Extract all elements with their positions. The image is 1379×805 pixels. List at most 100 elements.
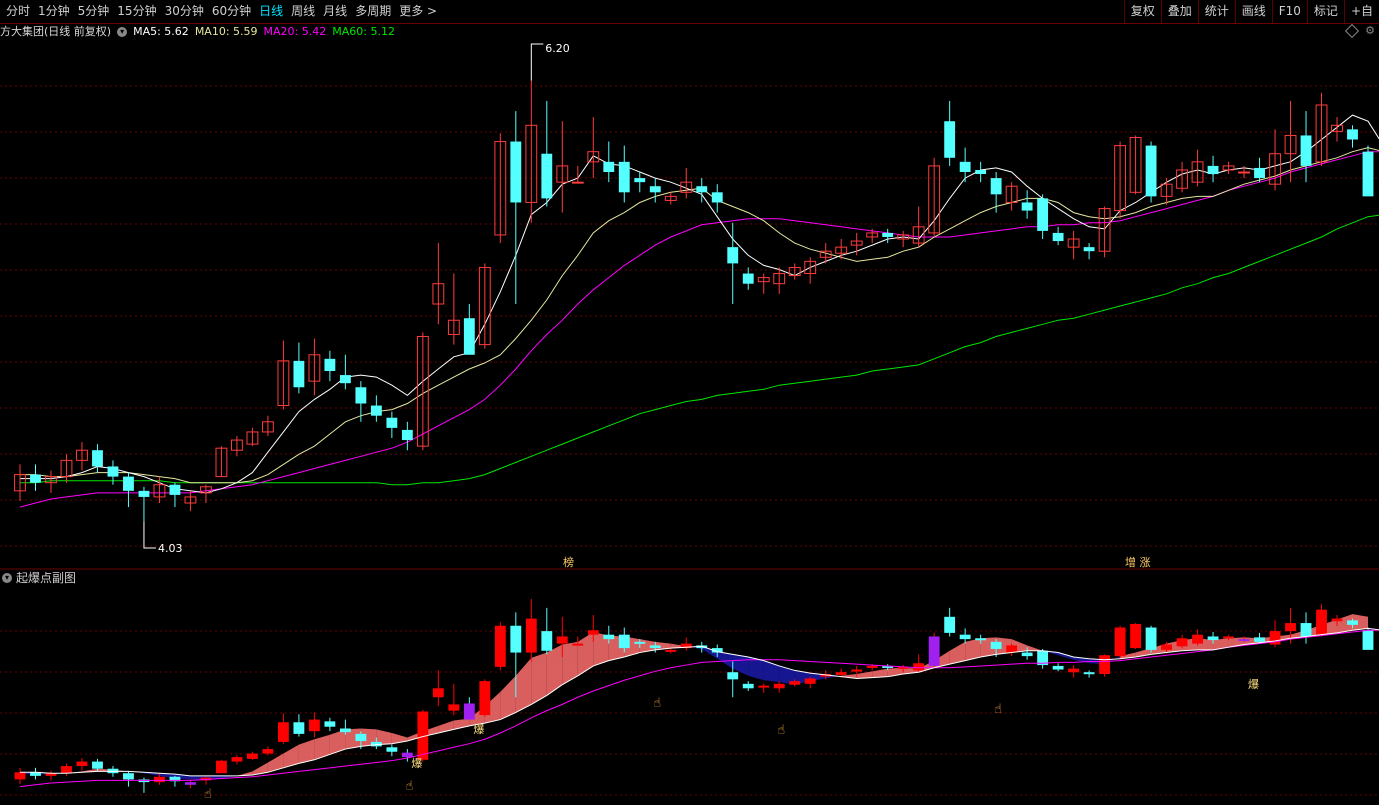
sub-candle-body: [1176, 638, 1188, 647]
sub-candle-body: [1316, 609, 1327, 635]
sub-candle-body: [618, 634, 630, 649]
sub-candle-body: [262, 749, 274, 754]
sub-candle-body: [216, 760, 227, 774]
sub-candle-body: [758, 685, 770, 688]
sub-candle-body: [975, 638, 987, 641]
stock-name: 方大集团(日线 前复权): [0, 25, 112, 38]
tab-8[interactable]: 月线: [319, 0, 351, 23]
burst-marker: 爆: [1248, 677, 1259, 691]
sub-candle-body: [510, 625, 522, 653]
candle-body: [30, 474, 41, 483]
sub-fill-seg: [562, 641, 578, 685]
tool-buttons: 复权 叠加 统计 画线 F10 标记 +自: [1123, 0, 1379, 23]
chart-area[interactable]: 6.204.03榜增 涨爆爆爆☝☝☝☝☝: [0, 0, 1379, 805]
tool-button-1[interactable]: 叠加: [1160, 0, 1198, 23]
burst-marker: 爆: [473, 722, 484, 736]
candle-body: [463, 318, 475, 355]
candle-body: [990, 178, 1002, 195]
tab-7[interactable]: 周线: [287, 0, 319, 23]
sub-candle-body: [432, 688, 444, 698]
tool-button-3[interactable]: 画线: [1234, 0, 1272, 23]
candle-body: [1021, 202, 1033, 211]
sub-candle-body: [1331, 618, 1343, 622]
candle-body: [1037, 198, 1049, 231]
candle-body: [975, 169, 987, 175]
candle-body: [618, 161, 630, 193]
tab-5[interactable]: 60分钟: [208, 0, 255, 23]
candle-body: [696, 186, 708, 193]
candle-body: [1145, 145, 1157, 197]
sub-candle-body: [231, 757, 243, 762]
tool-button-2[interactable]: 统计: [1197, 0, 1235, 23]
sub-candle-body: [293, 722, 305, 734]
tool-button-5[interactable]: 标记: [1306, 0, 1344, 23]
candle-body: [727, 247, 739, 264]
sub-fill-seg: [577, 632, 594, 676]
sub-candle-body: [246, 753, 258, 759]
sub-candle-body: [123, 773, 134, 780]
settings-circle-icon[interactable]: ▾: [117, 27, 128, 37]
sub-fill-seg: [298, 739, 315, 764]
candle-body: [339, 375, 351, 384]
candle-body: [882, 232, 894, 237]
ma10-value: MA10: 5.59: [194, 25, 258, 38]
ma60-line: [20, 214, 1379, 486]
tab-10[interactable]: 更多 >: [395, 0, 441, 23]
sub-candle-body: [1207, 636, 1219, 641]
candle-body: [138, 490, 150, 497]
period-toolbar: 分时 1分钟 5分钟 15分钟 30分钟 60分钟 日线 周线 月线 多周期 更多 > 复权 叠加 统计…: [0, 0, 1379, 24]
tool-button-0[interactable]: 复权: [1123, 0, 1161, 23]
candle-body: [355, 387, 367, 404]
sub-candle-body: [448, 704, 460, 711]
sub-candle-body: [959, 634, 971, 640]
sub-candle-body: [1161, 644, 1172, 650]
sub-fill-seg: [515, 657, 532, 713]
pointing-hand-icon: ☝: [994, 702, 1002, 717]
tab-6[interactable]: 日线: [255, 0, 287, 23]
period-tabs: 分时 1分钟 5分钟 15分钟 30分钟 60分钟 日线 周线 月线 多周期 更多 >: [0, 0, 1124, 23]
candle-body: [944, 121, 956, 158]
sub-candle-body: [1083, 672, 1095, 675]
candle-body: [603, 161, 615, 172]
tool-button-6[interactable]: +自: [1343, 0, 1379, 23]
sub-settings-icon[interactable]: ▾: [2, 573, 12, 583]
sub-candle-body: [386, 747, 398, 752]
sub-candle-body: [1006, 645, 1018, 653]
candle-body: [649, 186, 661, 193]
tab-9[interactable]: 多周期: [351, 0, 395, 23]
sub-chart-title: ▾ 起爆点副图: [0, 570, 76, 586]
sub-candle-body: [835, 672, 847, 675]
sub-candle-body: [603, 634, 615, 640]
ma20-value: MA20: 5.42: [263, 25, 327, 38]
sub-fill-seg: [546, 644, 563, 696]
tab-1[interactable]: 1分钟: [34, 0, 74, 23]
sub-candle-body: [1254, 637, 1265, 642]
high-pointer: [530, 43, 544, 81]
sub-candle-body: [541, 631, 553, 651]
sub-candle-body: [851, 669, 863, 672]
sub-fill-seg: [763, 660, 780, 683]
sub-candle-body: [61, 766, 72, 774]
sub-candle-body: [1130, 623, 1142, 649]
tab-3[interactable]: 15分钟: [113, 0, 160, 23]
sub-candle-body: [1347, 620, 1358, 625]
tab-4[interactable]: 30分钟: [161, 0, 208, 23]
sub-candle-body: [76, 761, 88, 767]
sub-candle-body: [1099, 655, 1111, 674]
candle-body: [123, 476, 134, 491]
tool-button-4[interactable]: F10: [1271, 0, 1307, 23]
tab-0[interactable]: 分时: [2, 0, 34, 23]
candle-body: [1347, 129, 1358, 140]
sub-candle-body: [1300, 623, 1312, 637]
sub-candle-body: [990, 641, 1002, 649]
sub-candle-body: [1021, 652, 1033, 657]
sub-candle-body: [634, 641, 646, 644]
candle-body: [571, 181, 584, 184]
gear-icon[interactable]: ⚙: [1365, 24, 1375, 37]
tab-2[interactable]: 5分钟: [74, 0, 114, 23]
sub-fill-seg: [267, 753, 284, 773]
sub-candle-body: [277, 722, 289, 742]
sub-candle-body: [308, 719, 320, 732]
candle-body: [1083, 247, 1095, 252]
sub-candle-body: [1052, 665, 1064, 670]
